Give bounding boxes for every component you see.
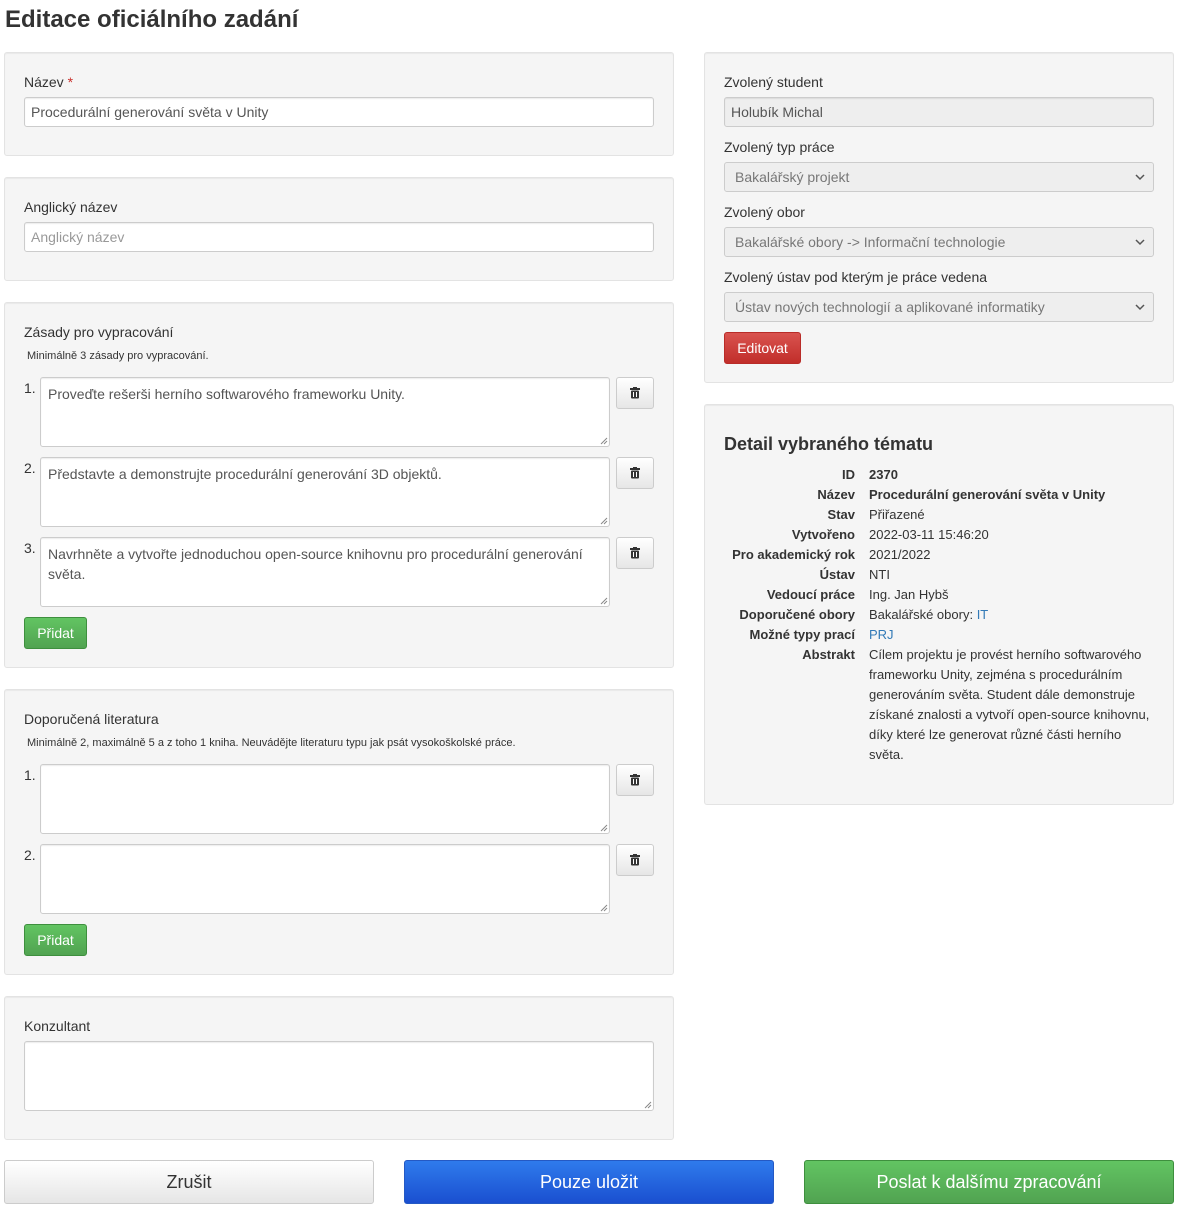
typ-select: Bakalářský projekt bbox=[724, 162, 1154, 192]
chevron-down-icon bbox=[1135, 304, 1145, 311]
zasady-item-number: 3. bbox=[24, 540, 36, 556]
delete-zasada-button[interactable] bbox=[616, 377, 654, 409]
detail-key-vedouci: Vedoucí práce bbox=[766, 587, 855, 602]
detail-value-typy: PRJ bbox=[869, 625, 894, 645]
zasady-panel: Zásady pro vypracování Minimálně 3 zásad… bbox=[4, 302, 674, 668]
trash-icon bbox=[630, 774, 640, 786]
detail-value-stav: Přiřazené bbox=[869, 507, 925, 522]
zasady-item-number: 2. bbox=[24, 460, 36, 476]
zasady-item-number: 1. bbox=[24, 380, 36, 396]
detail-title: Detail vybraného tématu bbox=[724, 434, 934, 454]
zasady-label: Zásady pro vypracování bbox=[24, 324, 174, 340]
student-input: Holubík Michal bbox=[724, 97, 1154, 127]
delete-zasada-button[interactable] bbox=[616, 457, 654, 489]
nazev-label-text: Název bbox=[24, 74, 64, 90]
obor-value: Bakalářské obory -> Informační technolog… bbox=[735, 234, 1006, 250]
typ-label: Zvolený typ práce bbox=[724, 139, 835, 155]
ustav-label: Zvolený ústav pod kterým je práce vedena bbox=[724, 269, 988, 285]
resize-grip-icon[interactable] bbox=[599, 596, 608, 605]
zasady-text: Navrhněte a vytvořte jednoduchou open-so… bbox=[48, 546, 583, 582]
cancel-button[interactable]: Zrušit bbox=[4, 1160, 374, 1204]
add-zasada-button[interactable]: Přidat bbox=[24, 617, 87, 649]
detail-value-rok: 2021/2022 bbox=[869, 547, 931, 562]
add-literatura-button[interactable]: Přidat bbox=[24, 924, 87, 956]
chevron-down-icon bbox=[1135, 239, 1145, 246]
zasady-hint: Minimálně 3 zásady pro vypracování. bbox=[27, 350, 209, 362]
anglicky-nazev-panel: Anglický název Anglický název bbox=[4, 177, 674, 281]
zasady-textarea[interactable]: Představte a demonstrujte procedurální g… bbox=[40, 457, 610, 527]
selection-panel: Zvolený student Holubík Michal Zvolený t… bbox=[704, 52, 1174, 383]
resize-grip-icon[interactable] bbox=[599, 903, 608, 912]
ustav-select: Ústav nových technologií a aplikované in… bbox=[724, 292, 1154, 322]
obor-label: Zvolený obor bbox=[724, 204, 805, 220]
detail-value-vedouci: Ing. Jan Hybš bbox=[869, 587, 949, 602]
nazev-panel: Název * Procedurální generování světa v … bbox=[4, 52, 674, 156]
detail-key-ustav: Ústav bbox=[819, 567, 855, 582]
detail-key-typy: Možné typy prací bbox=[749, 627, 855, 642]
detail-value-vytvoreno: 2022-03-11 15:46:20 bbox=[869, 527, 989, 542]
chevron-down-icon bbox=[1135, 174, 1145, 181]
obory-text: Bakalářské obory: bbox=[869, 607, 974, 622]
zasady-textarea[interactable]: Navrhněte a vytvořte jednoduchou open-so… bbox=[40, 537, 610, 607]
nazev-input[interactable]: Procedurální generování světa v Unity bbox=[24, 97, 654, 127]
delete-literatura-button[interactable] bbox=[616, 764, 654, 796]
ustav-value: Ústav nových technologií a aplikované in… bbox=[735, 299, 1045, 315]
anglicky-nazev-input[interactable]: Anglický název bbox=[24, 222, 654, 252]
literatura-item-number: 1. bbox=[24, 767, 36, 783]
typ-link[interactable]: PRJ bbox=[869, 627, 894, 642]
literatura-panel: Doporučená literatura Minimálně 2, maxim… bbox=[4, 689, 674, 975]
resize-grip-icon[interactable] bbox=[599, 516, 608, 525]
obor-select: Bakalářské obory -> Informační technolog… bbox=[724, 227, 1154, 257]
detail-value-abstrakt: Cílem projektu je provést herního softwa… bbox=[869, 647, 1150, 762]
detail-value-obory: Bakalářské obory: IT bbox=[869, 605, 988, 625]
detail-key-vytvoreno: Vytvořeno bbox=[791, 527, 855, 542]
save-button[interactable]: Pouze uložit bbox=[404, 1160, 774, 1204]
detail-key-abstrakt: Abstrakt bbox=[802, 647, 855, 662]
detail-key-stav: Stav bbox=[827, 507, 855, 522]
detail-key-nazev: Název bbox=[817, 487, 855, 502]
detail-rows: ID 2370 Název Procedurální generování sv… bbox=[705, 465, 1175, 785]
literatura-hint: Minimálně 2, maximálně 5 a z toho 1 knih… bbox=[27, 737, 516, 749]
literatura-textarea[interactable] bbox=[40, 844, 610, 914]
literatura-textarea[interactable] bbox=[40, 764, 610, 834]
trash-icon bbox=[630, 547, 640, 559]
resize-grip-icon[interactable] bbox=[599, 436, 608, 445]
literatura-item-number: 2. bbox=[24, 847, 36, 863]
literatura-label: Doporučená literatura bbox=[24, 711, 159, 727]
anglicky-nazev-label: Anglický název bbox=[24, 199, 118, 215]
konzultant-panel: Konzultant bbox=[4, 996, 674, 1140]
zasady-textarea[interactable]: Proveďte rešerši herního softwarového fr… bbox=[40, 377, 610, 447]
detail-value-nazev: Procedurální generování světa v Unity bbox=[869, 487, 1106, 502]
detail-key-id: ID bbox=[842, 467, 855, 482]
resize-grip-icon[interactable] bbox=[643, 1100, 652, 1109]
delete-literatura-button[interactable] bbox=[616, 844, 654, 876]
detail-value-ustav: NTI bbox=[869, 567, 890, 582]
detail-panel: Detail vybraného tématu ID 2370 Název Pr… bbox=[704, 404, 1174, 805]
detail-key-rok: Pro akademický rok bbox=[732, 547, 855, 562]
obor-link[interactable]: IT bbox=[977, 607, 989, 622]
detail-value-id: 2370 bbox=[869, 467, 898, 482]
send-button[interactable]: Poslat k dalšímu zpracování bbox=[804, 1160, 1174, 1204]
zasady-text: Proveďte rešerši herního softwarového fr… bbox=[48, 386, 405, 402]
resize-grip-icon[interactable] bbox=[599, 823, 608, 832]
edit-button[interactable]: Editovat bbox=[724, 332, 801, 364]
typ-value: Bakalářský projekt bbox=[735, 169, 850, 185]
required-mark: * bbox=[67, 74, 74, 90]
delete-zasada-button[interactable] bbox=[616, 537, 654, 569]
konzultant-label: Konzultant bbox=[24, 1018, 91, 1034]
konzultant-textarea[interactable] bbox=[24, 1041, 654, 1111]
trash-icon bbox=[630, 467, 640, 479]
detail-key-obory: Doporučené obory bbox=[739, 607, 855, 622]
nazev-label: Název * bbox=[24, 74, 73, 90]
trash-icon bbox=[630, 387, 640, 399]
zasady-text: Představte a demonstrujte procedurální g… bbox=[48, 466, 442, 482]
student-label: Zvolený student bbox=[724, 74, 823, 90]
trash-icon bbox=[630, 854, 640, 866]
page-title: Editace oficiálního zadání bbox=[5, 6, 299, 33]
